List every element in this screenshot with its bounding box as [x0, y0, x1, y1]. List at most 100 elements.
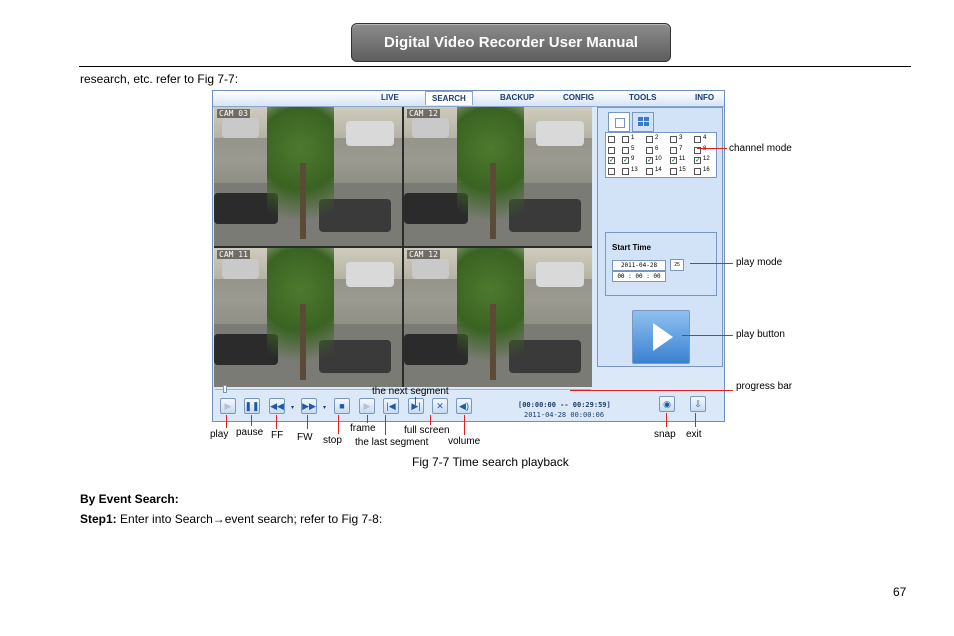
nav-backup[interactable]: BACKUP [500, 93, 534, 102]
row-select-checkbox[interactable] [608, 167, 615, 175]
row-select-checkbox[interactable] [608, 136, 615, 143]
frame-step-icon: ▶ [363, 400, 371, 411]
fw-speed-dropdown[interactable]: ▾ [323, 404, 326, 411]
channel-number: 6 [655, 145, 659, 152]
camera-label: CAM 12 [407, 250, 440, 259]
quad-view-tab[interactable] [632, 112, 654, 132]
annotation-channel-mode: channel mode [729, 143, 792, 154]
pause-button[interactable]: ❚❚ [244, 398, 260, 414]
callout-line [415, 397, 416, 405]
channel-number: 15 [679, 166, 686, 173]
callout-line [464, 415, 465, 435]
annotation-snap: snap [654, 429, 676, 440]
page-number: 67 [893, 585, 907, 599]
fullscreen-icon: ✕ [436, 400, 444, 411]
play-search-button[interactable] [632, 310, 690, 364]
timecode-current: 2011-04-28 00:00:06 [524, 411, 605, 419]
step-text: Enter into Search [116, 512, 213, 526]
fw-button[interactable]: ▶▶ [301, 398, 317, 414]
exit-icon: ⇩ [694, 398, 702, 409]
volume-button[interactable]: ◀) [456, 398, 472, 414]
fast-forward-icon: ▶▶ [302, 400, 316, 411]
single-view-tab[interactable] [608, 112, 630, 132]
date-field[interactable]: 2011-04-28 [612, 260, 666, 271]
video-tile[interactable]: CAM 03 [214, 107, 402, 246]
camera-label: CAM 12 [407, 109, 440, 118]
annotation-progress-bar: progress bar [736, 381, 793, 392]
row-select-checkbox[interactable]: ✓ [608, 157, 615, 164]
full-screen-button[interactable]: ✕ [432, 398, 448, 414]
play-button[interactable]: ▶ [220, 398, 236, 414]
channel-checkbox[interactable] [670, 146, 677, 154]
channel-checkbox[interactable]: ✓ [646, 157, 653, 164]
channel-checkbox[interactable] [694, 136, 701, 143]
pause-icon: ❚❚ [244, 400, 260, 411]
channel-checkbox[interactable] [670, 136, 677, 143]
next-segment-button[interactable]: ▶| [408, 398, 424, 414]
channel-number: 14 [655, 166, 662, 173]
callout-line [570, 390, 733, 391]
calendar-icon[interactable]: 25 [670, 259, 684, 271]
channel-row: 13 14 15 16 [608, 167, 716, 177]
channel-number: 10 [655, 156, 662, 162]
annotation-play: play [210, 429, 229, 440]
channel-checkbox[interactable] [646, 167, 653, 175]
manual-title: Digital Video Recorder User Manual [384, 34, 638, 51]
quad-grid-icon [638, 117, 649, 127]
play-icon [653, 323, 673, 351]
nav-live[interactable]: LIVE [381, 93, 399, 102]
frame-button[interactable]: ▶ [359, 398, 375, 414]
rewind-icon: ◀◀ [270, 400, 284, 411]
channel-number: 9 [631, 156, 635, 162]
header-rule [79, 66, 911, 67]
channel-number: 7 [679, 145, 683, 152]
intro-text: research, etc. refer to Fig 7-7: [80, 72, 239, 86]
callout-line [695, 413, 696, 427]
row-select-checkbox[interactable] [608, 146, 615, 154]
ff-speed-dropdown[interactable]: ▾ [291, 404, 294, 411]
video-tile[interactable]: CAM 11 [214, 248, 402, 387]
channel-checkbox[interactable] [694, 167, 701, 175]
camera-label: CAM 11 [217, 250, 250, 259]
callout-line [690, 263, 733, 264]
channel-checkbox[interactable] [670, 167, 677, 175]
annotation-volume: volume [448, 436, 481, 447]
channel-row: 1 2 3 4 [608, 135, 716, 145]
nav-config[interactable]: CONFIG [563, 93, 594, 102]
channel-checkbox-grid: 12345678✓✓9✓10✓11✓1213141516 [605, 132, 717, 178]
channel-checkbox[interactable] [646, 136, 653, 143]
callout-line [276, 415, 277, 429]
annotation-stop: stop [323, 435, 342, 446]
progress-handle[interactable] [223, 385, 227, 393]
figure-caption: Fig 7-7 Time search playback [412, 455, 569, 469]
channel-number: 13 [631, 166, 638, 173]
start-time-label: Start Time [612, 243, 651, 252]
video-tile[interactable]: CAM 12 [404, 107, 592, 246]
stop-button[interactable]: ■ [334, 398, 350, 414]
nav-info[interactable]: INFO [695, 93, 714, 102]
channel-checkbox[interactable] [646, 146, 653, 154]
callout-line [307, 415, 308, 429]
channel-checkbox[interactable] [622, 146, 629, 154]
camera-icon: ◉ [663, 398, 671, 409]
time-field[interactable]: 00 : 00 : 00 [612, 271, 666, 282]
manual-title-banner: Digital Video Recorder User Manual [351, 23, 671, 62]
timecode-range: [00:00:00 -- 00:29:59] [518, 401, 611, 409]
channel-number: 3 [679, 135, 683, 141]
exit-button[interactable]: ⇩ [690, 396, 706, 412]
skip-back-icon: |◀ [386, 400, 396, 411]
search-side-panel: 12345678✓✓9✓10✓11✓1213141516 Start Time … [597, 107, 723, 367]
channel-checkbox[interactable]: ✓ [622, 157, 629, 164]
snap-button[interactable]: ◉ [659, 396, 675, 412]
annotation-fw: FW [297, 432, 313, 443]
nav-tools[interactable]: TOOLS [629, 93, 656, 102]
channel-checkbox[interactable] [622, 136, 629, 143]
video-tile[interactable]: CAM 12 [404, 248, 592, 387]
channel-checkbox[interactable] [622, 167, 629, 175]
channel-number: 5 [631, 145, 635, 152]
channel-checkbox[interactable]: ✓ [694, 157, 701, 164]
channel-checkbox[interactable]: ✓ [670, 157, 677, 164]
nav-search[interactable]: SEARCH [425, 91, 473, 105]
ff-button[interactable]: ◀◀ [269, 398, 285, 414]
last-segment-button[interactable]: |◀ [383, 398, 399, 414]
